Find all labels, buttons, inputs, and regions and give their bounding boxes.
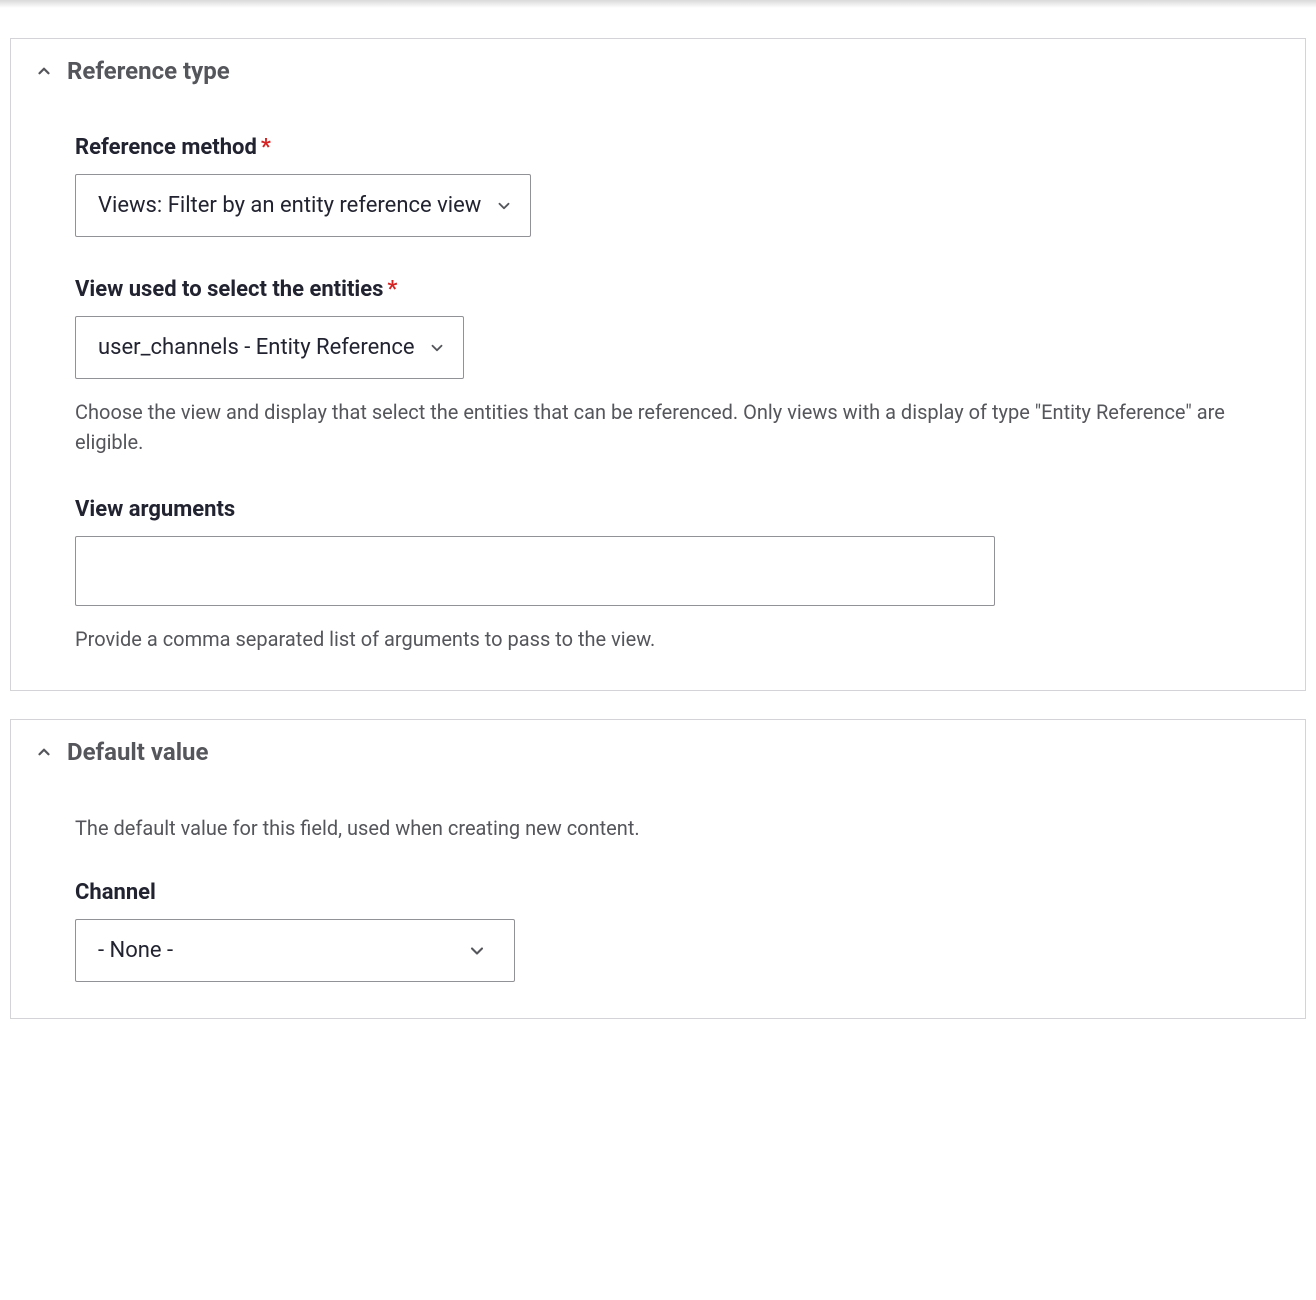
view-used-select-wrapper: user_channels - Entity Reference	[75, 316, 464, 379]
view-arguments-input[interactable]	[75, 536, 995, 606]
view-used-field: View used to select the entities* user_c…	[75, 277, 1241, 457]
channel-select-wrapper: - None -	[75, 919, 515, 982]
channel-label: Channel	[75, 880, 1241, 905]
default-value-title: Default value	[67, 738, 208, 766]
view-arguments-label: View arguments	[75, 497, 1241, 522]
default-value-intro: The default value for this field, used w…	[75, 816, 1241, 840]
chevron-up-icon	[35, 62, 53, 80]
default-value-body: The default value for this field, used w…	[11, 784, 1305, 1018]
reference-method-label: Reference method*	[75, 135, 1241, 160]
view-arguments-field: View arguments Provide a comma separated…	[75, 497, 1241, 654]
reference-type-section: Reference type Reference method* Views: …	[10, 38, 1306, 691]
channel-select[interactable]: - None -	[75, 919, 515, 982]
reference-type-summary[interactable]: Reference type	[11, 39, 1305, 103]
channel-field: Channel - None -	[75, 880, 1241, 982]
view-used-description: Choose the view and display that select …	[75, 397, 1241, 457]
view-arguments-description: Provide a comma separated list of argume…	[75, 624, 1241, 654]
view-used-select[interactable]: user_channels - Entity Reference	[75, 316, 464, 379]
required-marker: *	[261, 135, 271, 160]
reference-type-title: Reference type	[67, 57, 230, 85]
chevron-up-icon	[35, 743, 53, 761]
reference-method-select-wrapper: Views: Filter by an entity reference vie…	[75, 174, 531, 237]
required-marker: *	[387, 277, 397, 302]
reference-type-body: Reference method* Views: Filter by an en…	[11, 103, 1305, 690]
reference-method-select[interactable]: Views: Filter by an entity reference vie…	[75, 174, 531, 237]
reference-method-field: Reference method* Views: Filter by an en…	[75, 135, 1241, 237]
view-used-label: View used to select the entities*	[75, 277, 1241, 302]
default-value-summary[interactable]: Default value	[11, 720, 1305, 784]
default-value-section: Default value The default value for this…	[10, 719, 1306, 1019]
